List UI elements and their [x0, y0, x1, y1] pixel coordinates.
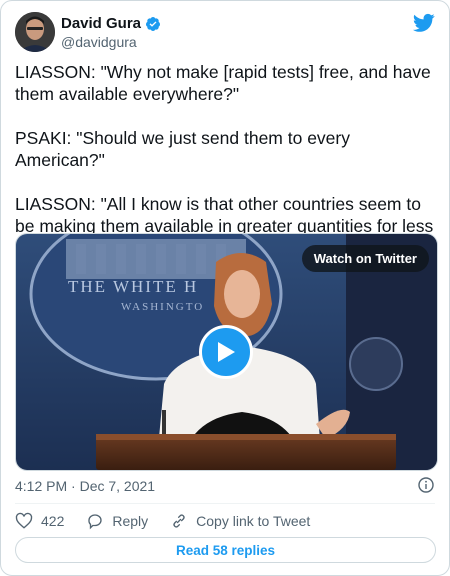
twitter-bird-icon[interactable]: [413, 13, 435, 33]
video-player[interactable]: THE WHITE H WASHINGTO Watch on Twitter: [15, 233, 438, 471]
avatar[interactable]: [15, 12, 55, 52]
reply-button[interactable]: Reply: [86, 512, 148, 530]
info-icon[interactable]: [418, 477, 434, 493]
copy-link-label: Copy link to Tweet: [196, 513, 311, 529]
divider: [15, 503, 435, 504]
watch-on-twitter-button[interactable]: Watch on Twitter: [301, 245, 429, 272]
tweet-timestamp[interactable]: 4:12 PM · Dec 7, 2021: [15, 477, 155, 495]
play-button[interactable]: [199, 325, 253, 379]
tweet-text: LIASSON: "Why not make [rapid tests] fre…: [15, 62, 434, 258]
play-icon: [218, 342, 235, 362]
reply-bubble-icon: [88, 514, 103, 530]
heart-icon: [15, 512, 33, 529]
read-replies-button[interactable]: Read 58 replies: [15, 537, 436, 563]
like-button[interactable]: 422: [15, 512, 64, 530]
author-handle[interactable]: @davidgura: [61, 33, 137, 51]
reply-label: Reply: [112, 513, 149, 529]
like-count: 422: [41, 513, 65, 529]
copy-link-button[interactable]: Copy link to Tweet: [170, 512, 310, 530]
link-icon: [173, 514, 185, 528]
action-bar: 422 Reply Copy link to Tweet: [15, 511, 332, 531]
verified-badge-icon: [146, 16, 161, 31]
sign-text-line2: WASHINGTO: [121, 301, 204, 313]
author-name[interactable]: David Gura: [61, 14, 161, 33]
author-name-text[interactable]: David Gura: [61, 14, 141, 33]
tweet-card: David Gura @davidgura LIASSON: "Why not …: [0, 0, 450, 576]
sign-text-line1: THE WHITE H: [68, 277, 198, 296]
